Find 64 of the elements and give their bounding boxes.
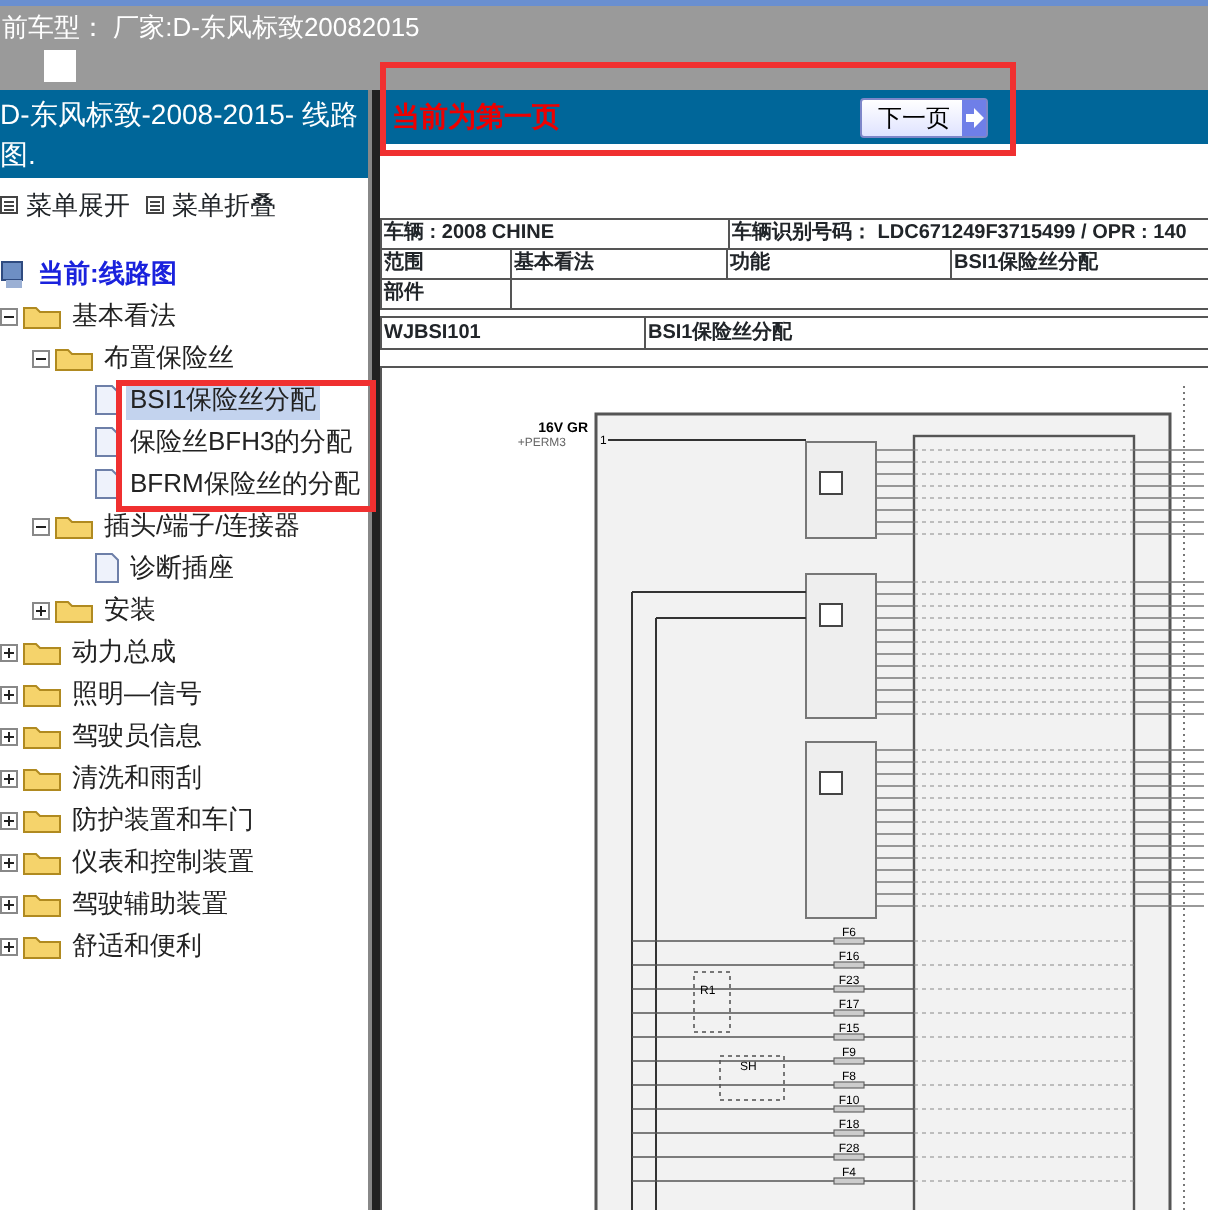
tree-item[interactable]: 驾驶辅助装置 (68, 884, 232, 924)
arrow-right-icon (962, 99, 986, 135)
expand-icon[interactable] (0, 685, 18, 703)
expand-icon[interactable] (0, 727, 18, 745)
folder-icon (22, 764, 62, 792)
tree-item[interactable]: 安装 (100, 590, 160, 630)
window-square-icon (44, 50, 76, 82)
field-label: 部件 (380, 280, 512, 310)
menu-link[interactable]: 菜单折叠 (172, 186, 276, 225)
page-icon (94, 426, 120, 458)
menu-link[interactable]: 菜单展开 (26, 186, 130, 225)
field-label: 范围 (380, 250, 512, 280)
folder-icon (54, 512, 94, 540)
folder-icon (22, 890, 62, 918)
folder-icon (54, 596, 94, 624)
expand-icon[interactable] (0, 937, 18, 955)
sidebar-title: D-东风标致-2008-2015- 线路图. (0, 90, 368, 178)
car-model-label: 前车型： 厂家:D-东风标致20082015 (2, 10, 420, 44)
expand-icon[interactable] (0, 643, 18, 661)
field-value: BSI1保险丝分配 (950, 250, 1208, 280)
folder-icon (22, 848, 62, 876)
tree-item[interactable]: 动力总成 (68, 632, 180, 672)
tree-item[interactable]: 诊断插座 (126, 548, 238, 588)
collapse-icon[interactable] (0, 307, 18, 325)
expand-icon[interactable] (0, 811, 18, 829)
menu-icon (146, 196, 164, 215)
collapse-icon[interactable] (32, 349, 50, 367)
folder-icon (22, 722, 62, 750)
folder-icon (22, 680, 62, 708)
vin-text: 车辆识别号码： LDC671249F3715499 / OPR : 140 (728, 220, 1208, 250)
folder-icon (22, 302, 62, 330)
tree-item[interactable]: 布置保险丝 (100, 338, 238, 378)
page-icon (94, 552, 120, 584)
expand-icon[interactable] (32, 601, 50, 619)
folder-icon (22, 806, 62, 834)
tree-item[interactable]: 舒适和便利 (68, 926, 206, 966)
collapse-icon[interactable] (32, 517, 50, 535)
diagram-name: BSI1保险丝分配 (645, 317, 1208, 349)
tree-item[interactable]: 驾驶员信息 (68, 716, 206, 756)
next-page-button[interactable]: 下一页 (860, 97, 988, 137)
tree-item[interactable]: BFRM保险丝的分配 (126, 464, 364, 504)
tree-item[interactable]: 清洗和雨刮 (68, 758, 206, 798)
expand-icon[interactable] (0, 853, 18, 871)
vehicle-text: 车辆 : 2008 CHINE (380, 220, 730, 250)
tree-item[interactable]: 插头/端子/连接器 (100, 506, 305, 546)
menu-icon (0, 196, 18, 215)
folder-icon (54, 344, 94, 372)
page-icon (94, 468, 120, 500)
page-icon (94, 384, 120, 416)
tree-item[interactable]: 保险丝BFH3的分配 (126, 422, 357, 462)
field-label: 功能 (726, 250, 952, 280)
page-status: 当前为第一页 (392, 98, 560, 136)
field-value: 基本看法 (510, 250, 728, 280)
expand-icon[interactable] (0, 895, 18, 913)
tree-item[interactable]: 基本看法 (68, 296, 180, 336)
expand-icon[interactable] (0, 769, 18, 787)
computer-icon (0, 258, 28, 290)
folder-icon (22, 638, 62, 666)
tree-item[interactable]: 照明—信号 (68, 674, 206, 714)
folder-icon (22, 932, 62, 960)
tree-item[interactable]: 防护装置和车门 (68, 800, 258, 840)
diagram-code: WJBSI101 (381, 317, 645, 349)
tree-item[interactable]: 当前:线路图 (34, 254, 181, 294)
tree-item[interactable]: 仪表和控制装置 (68, 842, 258, 882)
